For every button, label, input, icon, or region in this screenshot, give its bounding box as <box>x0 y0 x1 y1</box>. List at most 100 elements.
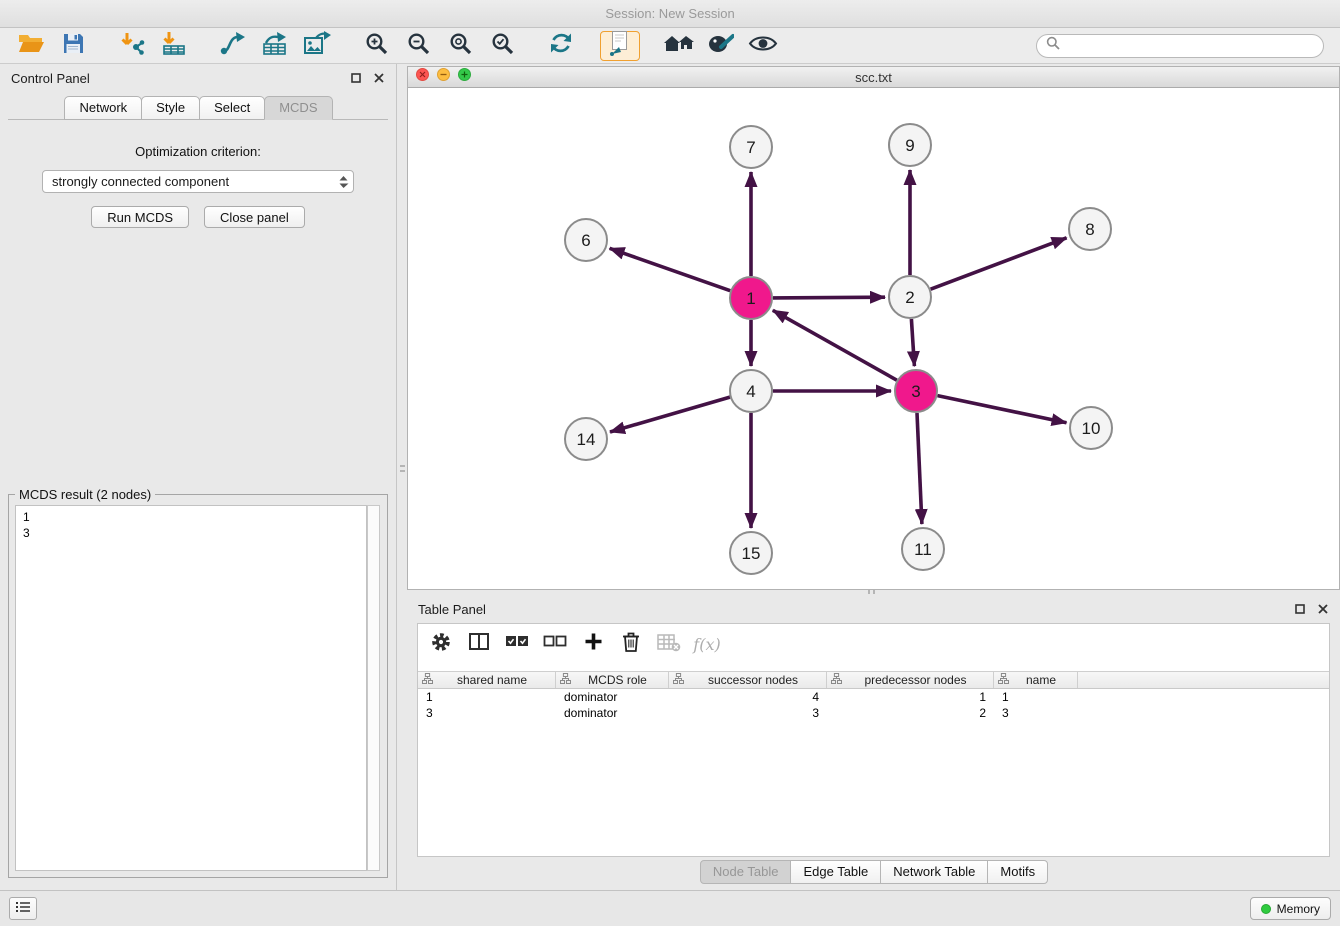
function-builder-button[interactable]: f(x) <box>690 631 724 657</box>
zoom-selected-button[interactable] <box>482 31 522 61</box>
run-mcds-button[interactable]: Run MCDS <box>91 206 189 228</box>
tab-network[interactable]: Network <box>64 96 142 120</box>
search-box[interactable] <box>1036 34 1324 58</box>
svg-text:14: 14 <box>577 430 596 449</box>
show-columns-button[interactable] <box>462 631 496 657</box>
edge-4-14[interactable] <box>610 397 730 432</box>
tab-select[interactable]: Select <box>199 96 265 120</box>
new-network-button[interactable] <box>213 31 253 61</box>
edge-1-6[interactable] <box>610 248 731 290</box>
node-6[interactable]: 6 <box>565 219 607 261</box>
open-panel-button[interactable] <box>600 31 640 61</box>
float-panel-icon[interactable] <box>350 72 362 84</box>
chevron-up-down-icon <box>338 175 349 189</box>
style-button[interactable] <box>701 31 741 61</box>
criterion-dropdown[interactable]: strongly connected component <box>42 170 354 193</box>
columns-icon <box>469 633 489 655</box>
delete-table-button[interactable] <box>652 631 686 657</box>
column-header-mcds-role[interactable]: MCDS role <box>556 672 669 688</box>
node-11[interactable]: 11 <box>902 528 944 570</box>
svg-text:1: 1 <box>746 289 755 308</box>
edge-3-1[interactable] <box>773 310 897 380</box>
vertical-splitter-handle[interactable] <box>399 455 406 481</box>
tab-mcds[interactable]: MCDS <box>264 96 332 120</box>
zoom-fit-icon <box>449 32 472 60</box>
export-image-button[interactable] <box>297 31 337 61</box>
show-hide-button[interactable] <box>743 31 783 61</box>
save-session-button[interactable] <box>53 31 93 61</box>
tree-icon <box>422 673 433 687</box>
import-network-button[interactable] <box>112 31 152 61</box>
table-toolbar: f(x) <box>418 624 1329 663</box>
network-graph[interactable]: 7 9 6 8 1 2 4 3 14 10 15 11 <box>408 88 1339 589</box>
cell-name: 1 <box>994 689 1078 705</box>
node-10[interactable]: 10 <box>1070 407 1112 449</box>
table-settings-button[interactable] <box>424 631 458 657</box>
tree-icon <box>831 673 842 687</box>
network-window-title: scc.txt <box>408 70 1339 85</box>
control-panel-tabs: NetworkStyleSelectMCDS <box>8 92 388 120</box>
edge-3-11[interactable] <box>917 413 922 524</box>
delete-columns-button[interactable] <box>614 631 648 657</box>
document-share-icon <box>608 30 632 61</box>
edge-2-3[interactable] <box>911 319 914 366</box>
node-4[interactable]: 4 <box>730 370 772 412</box>
refresh-network-button[interactable] <box>541 31 581 61</box>
node-15[interactable]: 15 <box>730 532 772 574</box>
select-all-icon <box>505 635 529 653</box>
home-view-button[interactable] <box>659 31 699 61</box>
svg-text:11: 11 <box>914 540 932 559</box>
create-column-button[interactable] <box>576 631 610 657</box>
network-from-table-button[interactable] <box>255 31 295 61</box>
tab-network-table[interactable]: Network Table <box>880 860 988 884</box>
zoom-fit-button[interactable] <box>440 31 480 61</box>
table-row[interactable]: 1dominator411 <box>418 689 1329 705</box>
mcds-result-box: MCDS result (2 nodes) 13 <box>8 494 388 878</box>
home-icon <box>663 32 695 59</box>
result-scrollbar[interactable] <box>367 505 380 871</box>
mcds-result-text: 13 <box>15 505 367 871</box>
edge-2-8[interactable] <box>931 238 1067 289</box>
select-all-columns-button[interactable] <box>500 631 534 657</box>
open-session-button[interactable] <box>11 31 51 61</box>
column-header-shared-name[interactable]: shared name <box>418 672 556 688</box>
close-panel-button[interactable]: Close panel <box>204 206 305 228</box>
edge-1-2[interactable] <box>773 297 885 298</box>
cell-shared-name: 1 <box>418 689 556 705</box>
tab-edge-table[interactable]: Edge Table <box>790 860 881 884</box>
export-image-icon <box>304 31 331 60</box>
column-header-name[interactable]: name <box>994 672 1078 688</box>
gear-icon <box>431 632 451 657</box>
close-panel-icon[interactable] <box>373 72 385 84</box>
tab-style[interactable]: Style <box>141 96 200 120</box>
search-input[interactable] <box>1066 38 1314 53</box>
node-8[interactable]: 8 <box>1069 208 1111 250</box>
table-panel-title: Table Panel <box>418 602 486 617</box>
zoom-out-button[interactable] <box>398 31 438 61</box>
node-14[interactable]: 14 <box>565 418 607 460</box>
memory-button[interactable]: Memory <box>1250 897 1331 920</box>
edge-3-10[interactable] <box>938 396 1067 423</box>
unselect-all-icon <box>543 635 567 653</box>
panel-menu-button[interactable] <box>9 897 37 920</box>
float-table-panel-icon[interactable] <box>1294 603 1306 615</box>
zoom-in-button[interactable] <box>356 31 396 61</box>
column-header-filler <box>1078 672 1329 688</box>
tab-node-table[interactable]: Node Table <box>700 860 792 884</box>
node-2[interactable]: 2 <box>889 276 931 318</box>
unselect-all-columns-button[interactable] <box>538 631 572 657</box>
table-row[interactable]: 3dominator323 <box>418 705 1329 721</box>
column-header-predecessor-nodes[interactable]: predecessor nodes <box>827 672 994 688</box>
network-from-table-icon <box>262 31 288 60</box>
close-table-panel-icon[interactable] <box>1317 603 1329 615</box>
result-line: 1 <box>23 509 359 525</box>
node-7[interactable]: 7 <box>730 126 772 168</box>
column-header-successor-nodes[interactable]: successor nodes <box>669 672 827 688</box>
import-table-button[interactable] <box>154 31 194 61</box>
node-3[interactable]: 3 <box>895 370 937 412</box>
node-1[interactable]: 1 <box>730 277 772 319</box>
tab-motifs[interactable]: Motifs <box>987 860 1048 884</box>
result-line: 3 <box>23 525 359 541</box>
node-9[interactable]: 9 <box>889 124 931 166</box>
svg-text:6: 6 <box>581 231 590 250</box>
